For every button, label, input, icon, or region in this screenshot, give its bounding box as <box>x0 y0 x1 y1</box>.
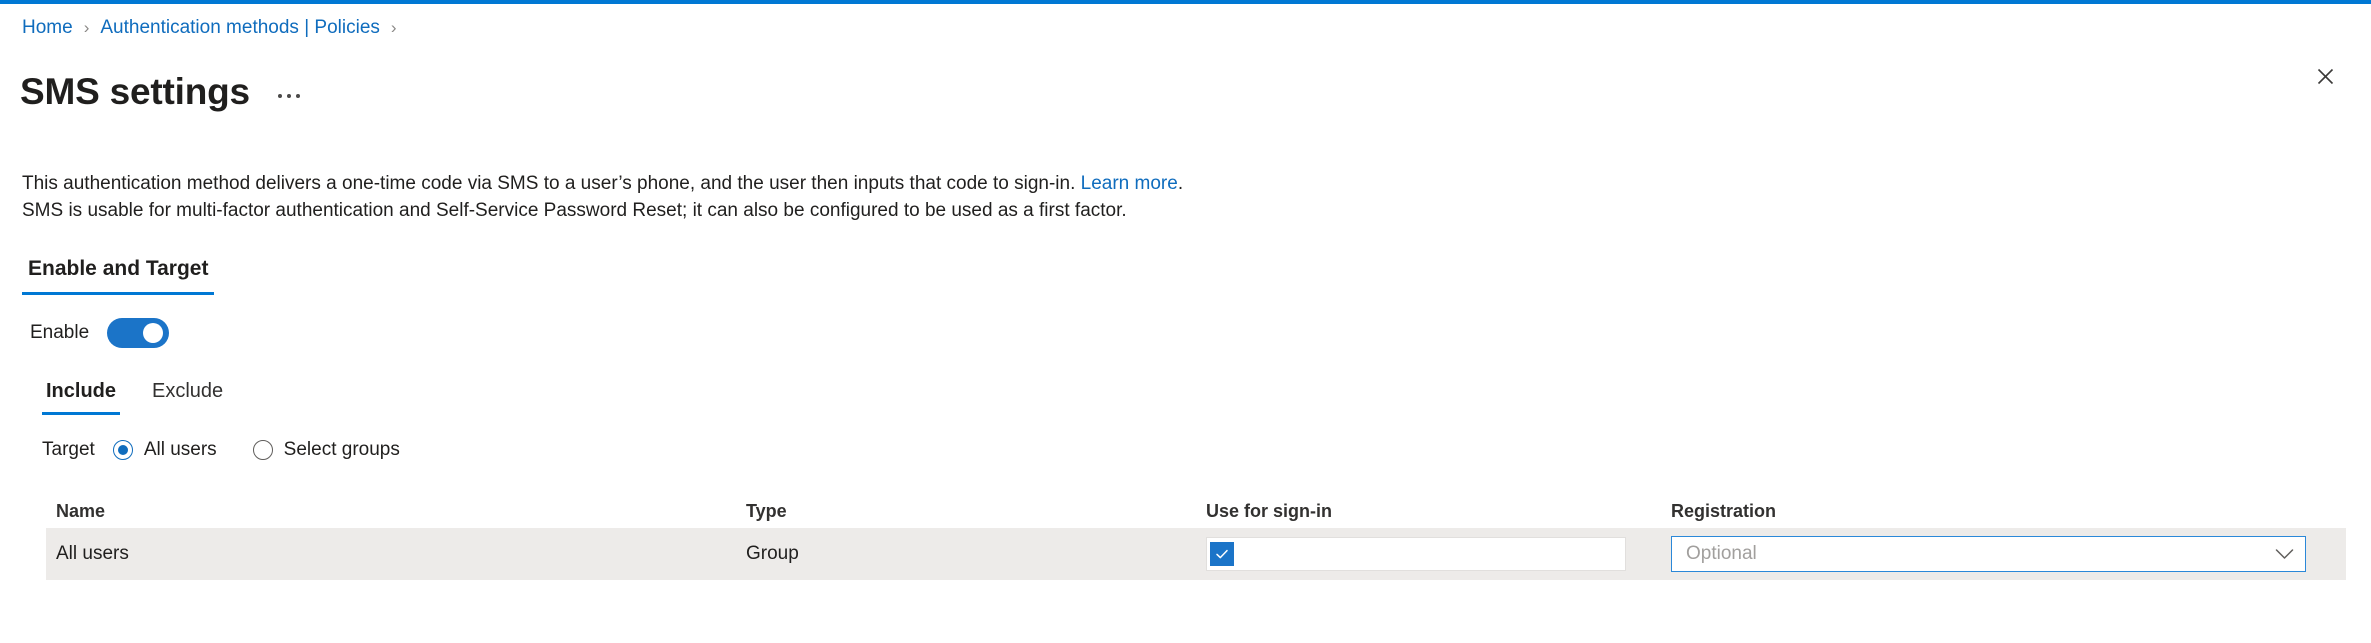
description-line1-before-link: This authentication method delivers a on… <box>22 173 1081 194</box>
checkmark-icon <box>1216 549 1228 559</box>
ellipsis-dot-3 <box>295 93 300 98</box>
column-header-name: Name <box>56 501 106 521</box>
cell-name: All users <box>56 543 129 564</box>
target-row: Target All users Select groups <box>42 437 400 463</box>
radio-select-groups[interactable]: Select groups <box>252 437 400 463</box>
enable-label: Enable <box>30 322 90 343</box>
column-header-registration: Registration <box>1671 501 1777 521</box>
tab-exclude-label: Exclude <box>152 380 224 402</box>
more-options-icon[interactable] <box>274 88 304 104</box>
description-line1-after-link: . <box>1177 173 1184 194</box>
enable-toggle[interactable] <box>107 318 170 348</box>
chevron-down-icon <box>2275 549 2294 559</box>
radio-all-users-icon <box>112 440 133 460</box>
targets-table: Name Type Use for sign-in Registration A… <box>46 494 2346 580</box>
learn-more-link[interactable]: Learn more <box>1081 173 1178 194</box>
tab-enable-and-target[interactable]: Enable and Target <box>22 255 215 295</box>
target-label: Target <box>42 439 95 460</box>
tab-exclude[interactable]: Exclude <box>148 378 227 415</box>
close-button[interactable] <box>2307 58 2343 94</box>
column-header-type: Type <box>746 501 787 521</box>
breadcrumb-item-authentication-methods[interactable]: Authentication methods | Policies <box>100 15 380 41</box>
radio-select-groups-label: Select groups <box>283 439 400 460</box>
cell-registration: Optional <box>1671 536 2311 572</box>
table-header-row: Name Type Use for sign-in Registration <box>46 494 2346 528</box>
tab-include[interactable]: Include <box>42 378 121 415</box>
tab-include-label: Include <box>46 380 117 402</box>
column-header-use-for-sign-in: Use for sign-in <box>1206 501 1333 521</box>
radio-all-users[interactable]: All users <box>112 437 217 463</box>
breadcrumb: Home › Authentication methods | Policies… <box>22 15 408 41</box>
include-exclude-tabs: Include Exclude <box>42 378 227 415</box>
cell-type: Group <box>746 543 799 564</box>
radio-all-users-label: All users <box>143 439 217 460</box>
pivot-tabs: Enable and Target <box>22 255 215 295</box>
use-for-sign-in-checkbox[interactable] <box>1210 542 1234 566</box>
breadcrumb-item-home[interactable]: Home <box>22 15 73 41</box>
radio-select-groups-icon <box>252 440 273 460</box>
registration-dropdown-value: Optional <box>1686 543 1757 564</box>
breadcrumb-separator-icon: › <box>83 18 90 37</box>
registration-dropdown[interactable]: Optional <box>1671 536 2306 572</box>
tab-enable-and-target-label: Enable and Target <box>28 257 209 280</box>
close-icon <box>2317 68 2333 84</box>
breadcrumb-separator-icon-2: › <box>390 18 397 37</box>
use-for-sign-in-field <box>1206 537 1626 571</box>
description-text: This authentication method delivers a on… <box>22 170 1183 224</box>
top-accent-bar <box>0 0 2371 4</box>
cell-use-for-sign-in <box>1206 537 1671 571</box>
enable-row: Enable <box>30 318 170 348</box>
toggle-knob <box>143 323 164 343</box>
ellipsis-dot-1 <box>277 93 282 98</box>
title-row: SMS settings <box>20 45 304 139</box>
table-row[interactable]: All users Group Optional <box>46 528 2346 580</box>
ellipsis-dot-2 <box>286 93 291 98</box>
description-line2: SMS is usable for multi-factor authentic… <box>22 200 1127 221</box>
page-title: SMS settings <box>20 70 250 112</box>
